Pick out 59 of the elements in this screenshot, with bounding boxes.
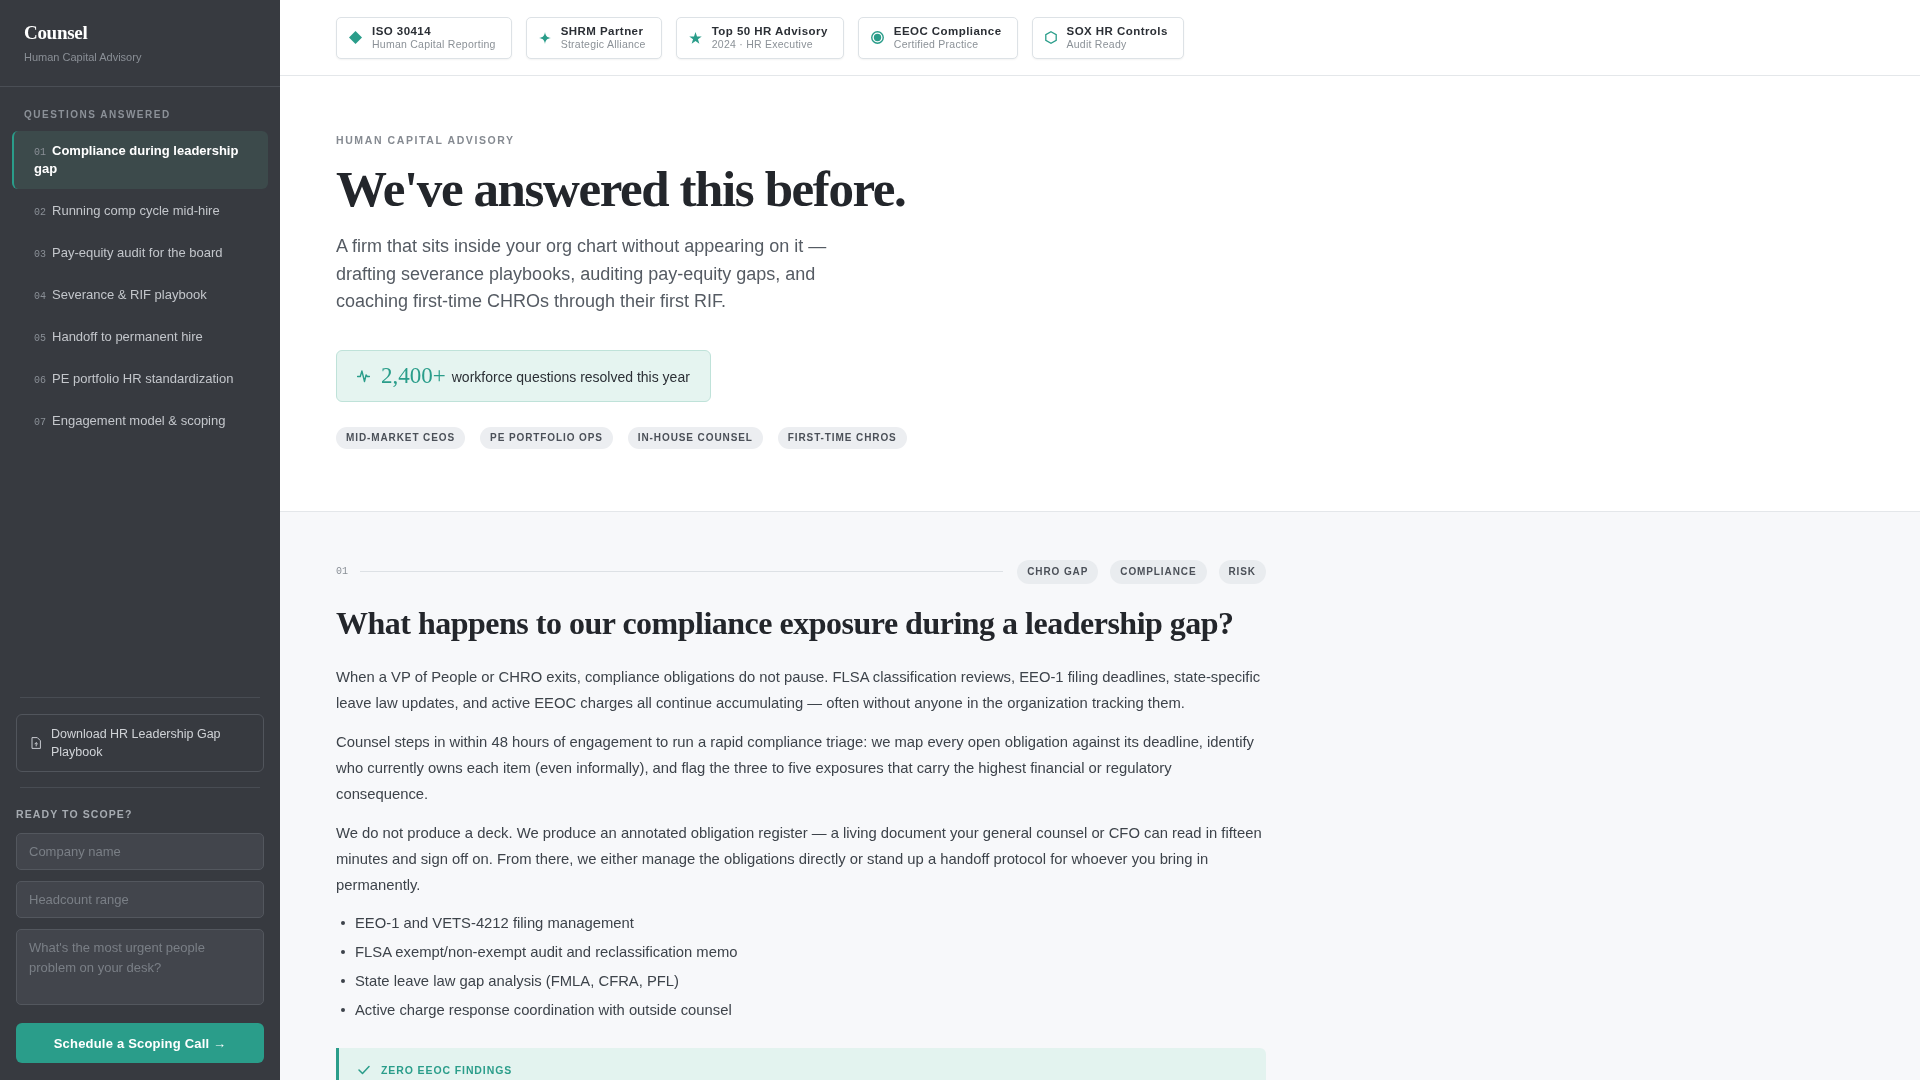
audience-tag: MID-MARKET CEOS [336, 426, 466, 449]
message-field[interactable]: What's the most urgent people problem on your desk? [16, 929, 264, 1005]
nav-item[interactable]: 07 Engagement model & scoping [12, 401, 268, 441]
credential-title: SHRM Partner [560, 24, 644, 38]
nav-item[interactable]: 04 Severance & RIF playbook [12, 275, 268, 315]
credential-subtitle: 2024 · HR Executive [711, 38, 813, 51]
nav-item[interactable]: 05 Handoff to permanent hire [12, 317, 268, 357]
text-field[interactable]: Company name [16, 833, 264, 870]
audience-tag: FIRST-TIME CHROS [777, 426, 907, 449]
topic-tag: CHRO GAP [1017, 559, 1099, 584]
stat-label: workforce questions resolved this year [451, 368, 690, 386]
credential-subtitle: Strategic Alliance [560, 38, 646, 51]
bullet-text: FLSA exempt/non-exempt audit and reclassification memo [355, 942, 738, 962]
credential-subtitle: Certified Practice [893, 38, 979, 51]
credential-subtitle: Audit Ready [1066, 38, 1127, 51]
topic-tag: RISK [1218, 559, 1266, 584]
question-title: What happens to our compliance exposure during a leadership gap? [336, 603, 1234, 642]
callout-label: ZERO EEOC FINDINGS [381, 1063, 513, 1076]
body-paragraph: Counsel steps in within 48 hours of engagement to run a rapid compliance triage: we map every open obligation against its deadline, identify who currently owns each item (even informally), and flag the three to five exposures that carry the highest financial or regulatory consequence. [336, 732, 1255, 804]
check-icon [358, 1064, 370, 1075]
file-icon [31, 737, 41, 749]
diamond-icon [349, 31, 362, 44]
body-paragraph: We do not produce a deck. We produce an annotated obligation register — a living document your general counsel or CFO can read in fifteen minutes and sign off on. From there, we either manage the obligations directly or stand up a handoff protocol for whoever you bring in permanently. [336, 823, 1263, 895]
credential-subtitle: Human Capital Reporting [372, 38, 496, 51]
bullet-icon [341, 1007, 345, 1012]
bullet-icon [341, 920, 345, 925]
nav-item[interactable]: 02 Running comp cycle mid-hire [12, 191, 268, 231]
topic-tag: COMPLIANCE [1110, 559, 1207, 584]
nav-item[interactable]: 06 PE portfolio HR standardization [12, 359, 268, 399]
star-icon [688, 31, 702, 44]
bullet-text: State leave law gap analysis (FMLA, CFRA, PFL) [355, 971, 679, 991]
stat-value: 2,400+ [381, 361, 446, 390]
bullet-text: EEO-1 and VETS-4212 filing management [355, 913, 634, 933]
brand-tagline: Human Capital Advisory [24, 50, 142, 64]
sparkle-icon [538, 31, 551, 44]
bullet-text: Active charge response coordination with outside counsel [355, 1000, 732, 1020]
hexagon-icon [1044, 31, 1057, 44]
download-link[interactable]: Download HR Leadership Gap Playbook [16, 714, 264, 772]
eyebrow-label: HUMAN CAPITAL ADVISORY [336, 133, 515, 147]
pulse-icon [357, 368, 370, 383]
audience-tag: PE PORTFOLIO OPS [480, 426, 613, 449]
text-field[interactable]: Headcount range [16, 881, 264, 918]
form-heading: READY TO SCOPE? [16, 807, 133, 821]
bullet-icon [341, 978, 345, 983]
hero-title: We've answered this before. [336, 161, 906, 217]
nav-item[interactable]: 01 Compliance during leadership gap [12, 131, 268, 189]
credential-title: Top 50 HR Advisory [711, 24, 828, 38]
brand-name: Counsel [24, 22, 88, 44]
target-icon [870, 31, 884, 44]
audience-tag: IN-HOUSE COUNSEL [627, 426, 763, 449]
nav-item[interactable]: 03 Pay-equity audit for the board [12, 233, 268, 273]
section-number: 01 [336, 565, 348, 578]
body-paragraph: When a VP of People or CHRO exits, compliance obligations do not pause. FLSA classification reviews, EEO-1 filing deadlines, state-specific leave law updates, and active EEOC charges all continue accumulating — often without anyone in the organization tracking them. [336, 667, 1262, 713]
credential-title: EEOC Compliance [893, 24, 1002, 38]
nav-heading: QUESTIONS ANSWERED [24, 109, 171, 121]
hero-lead: A firm that sits inside your org chart without appearing on it — drafting severance playbooks, auditing pay-equity gaps, and coaching first-time CHROs through their first RIF. [336, 235, 828, 313]
credential-title: ISO 30414 [372, 24, 432, 38]
credential-title: SOX HR Controls [1066, 24, 1168, 38]
bullet-icon [341, 949, 345, 954]
